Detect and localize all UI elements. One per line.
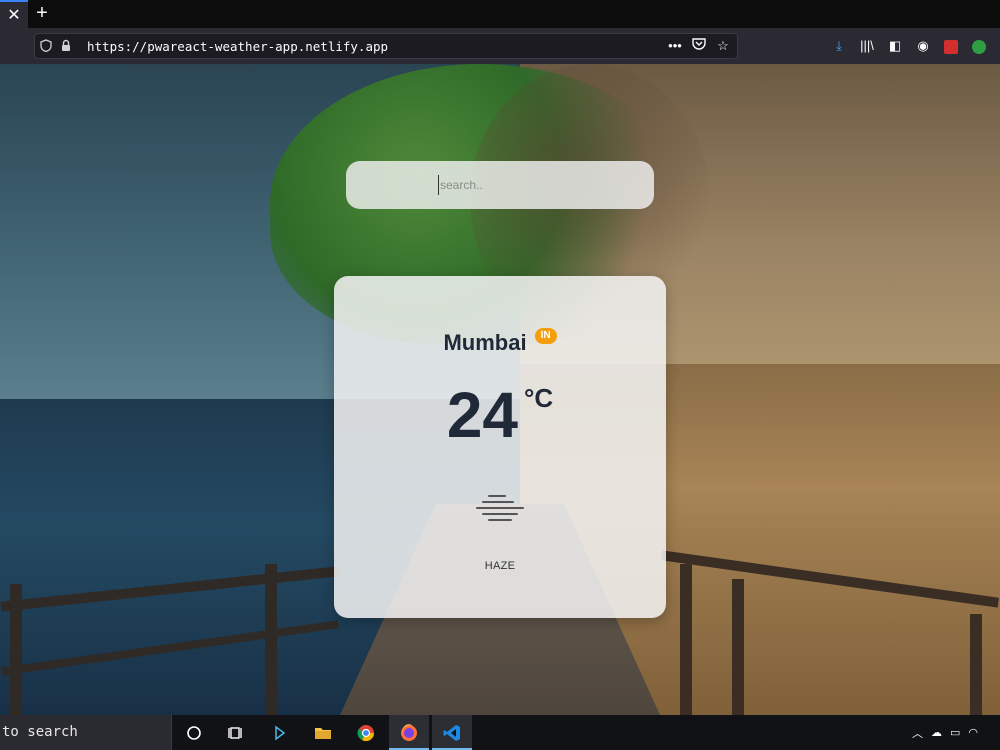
library-icon[interactable]: |||\ bbox=[856, 36, 878, 56]
chrome-icon[interactable] bbox=[346, 715, 386, 750]
app-arrow-icon[interactable] bbox=[260, 715, 300, 750]
onedrive-icon[interactable]: ☁ bbox=[931, 726, 942, 739]
new-tab-button[interactable]: + bbox=[30, 0, 54, 28]
weather-description: HAZE bbox=[484, 560, 516, 572]
file-explorer-icon[interactable] bbox=[303, 715, 343, 750]
weather-card: Mumbai IN 24 °C HAZE bbox=[334, 276, 666, 618]
taskbar-search[interactable]: to search bbox=[0, 715, 172, 750]
search-input[interactable] bbox=[438, 175, 638, 195]
url-text[interactable]: https://pwareact-weather-app.netlify.app bbox=[87, 38, 388, 55]
city-name: Mumbai bbox=[443, 329, 527, 355]
pocket-icon[interactable] bbox=[691, 37, 707, 55]
haze-icon bbox=[475, 490, 525, 526]
extension-red-icon[interactable] bbox=[940, 36, 962, 56]
chevron-up-icon[interactable]: ︿ bbox=[912, 725, 923, 741]
wifi-icon[interactable]: ◠ bbox=[968, 726, 978, 739]
toolbar-icons: ⤓ |||\ ◧ ◉ bbox=[828, 36, 1000, 56]
account-icon[interactable]: ◉ bbox=[912, 36, 934, 56]
country-badge: IN bbox=[534, 328, 557, 344]
tab-close-button[interactable]: ✕ bbox=[0, 0, 28, 28]
sidebar-icon[interactable]: ◧ bbox=[884, 36, 906, 56]
tab-bar: ✕ + bbox=[0, 0, 1000, 28]
temperature-value: 24 bbox=[446, 379, 518, 451]
download-icon[interactable]: ⤓ bbox=[828, 36, 850, 56]
vscode-icon[interactable] bbox=[432, 715, 472, 750]
system-tray: ︿ ☁ ▭ ◠ bbox=[912, 715, 978, 750]
extension-green-icon[interactable] bbox=[968, 36, 990, 56]
temperature-row: 24 °C bbox=[334, 382, 666, 448]
weather-page: Mumbai IN 24°C HAZE bbox=[0, 64, 1000, 715]
battery-icon[interactable]: ▭ bbox=[950, 726, 960, 739]
search-box bbox=[346, 161, 654, 209]
shield-icon[interactable] bbox=[39, 39, 53, 53]
city-row: Mumbai IN bbox=[334, 328, 666, 356]
background-railing-left bbox=[0, 534, 350, 715]
firefox-icon[interactable] bbox=[389, 715, 429, 750]
url-bar[interactable]: https://pwareact-weather-app.netlify.app… bbox=[34, 33, 738, 59]
task-view-icon[interactable] bbox=[216, 715, 256, 750]
taskbar: to search ︿ ☁ ▭ ◠ bbox=[0, 715, 1000, 750]
bookmark-star-icon[interactable]: ☆ bbox=[715, 37, 731, 55]
lock-icon[interactable] bbox=[59, 39, 73, 53]
extension-teal-icon[interactable] bbox=[996, 36, 1000, 56]
cortana-icon[interactable] bbox=[174, 715, 214, 750]
temperature-unit: °C bbox=[524, 383, 554, 413]
page-actions-icon[interactable]: ••• bbox=[667, 37, 683, 55]
background-railing-right bbox=[660, 534, 1000, 715]
